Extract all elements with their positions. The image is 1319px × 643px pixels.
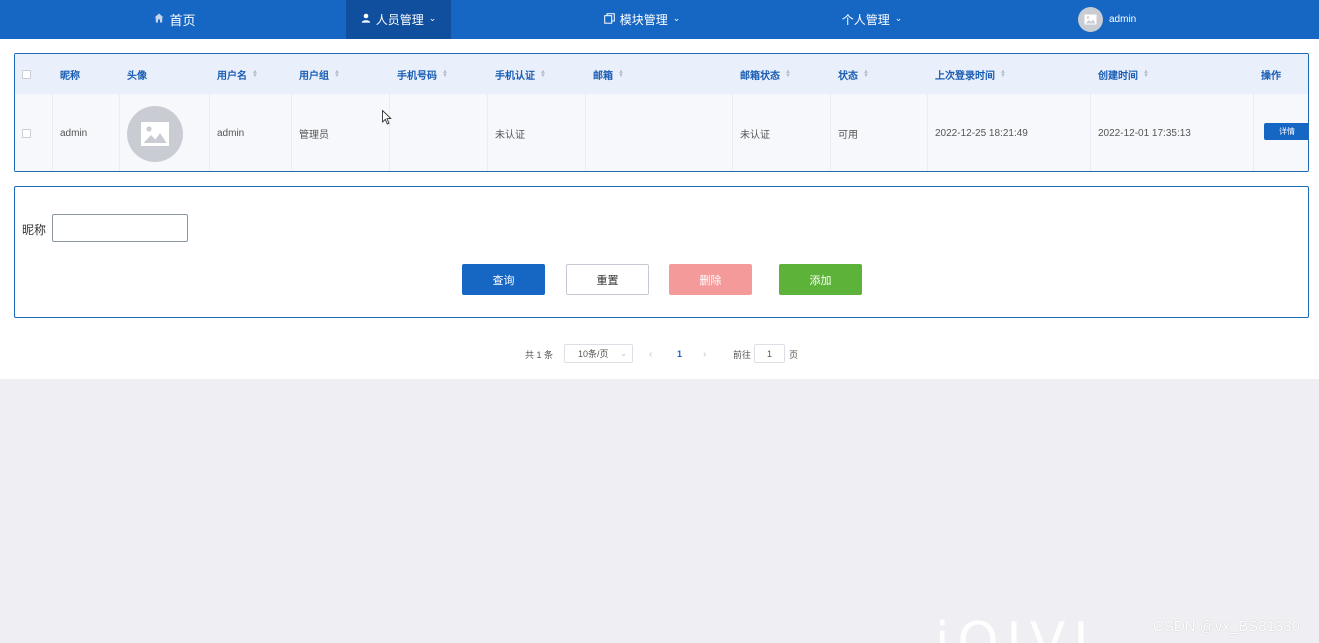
col-email-status[interactable]: 邮箱状态 ▲ ▼	[733, 54, 791, 94]
sort-icon: ▲ ▼	[540, 69, 546, 79]
cell-last-login: 2022-12-25 18:21:49	[928, 94, 1091, 171]
nav-users-label: 人员管理	[375, 13, 424, 27]
csdn-watermark: CSDN @vx_BS81330	[1153, 618, 1300, 635]
avatar	[1078, 7, 1103, 32]
col-avatar: 头像	[127, 70, 147, 82]
row-checkbox[interactable]	[15, 94, 53, 171]
col-group[interactable]: 用户组 ▲ ▼	[292, 54, 340, 94]
nav-user-menu[interactable]: admin	[1078, 0, 1158, 39]
delete-button[interactable]: 删除	[669, 264, 752, 295]
nav-users[interactable]: 人员管理 ⌄	[346, 0, 451, 39]
cell-phone-verified: 未认证	[488, 94, 586, 171]
pager-total: 共 1 条	[525, 349, 554, 360]
cell-email	[586, 94, 733, 171]
goto-label: 前往	[733, 349, 752, 360]
image-icon	[141, 121, 169, 146]
col-email[interactable]: 邮箱 ▲ ▼	[586, 54, 624, 94]
prev-page-icon[interactable]: ‹	[649, 344, 652, 364]
col-nickname: 昵称	[60, 70, 80, 82]
sort-icon: ▲ ▼	[442, 69, 448, 79]
nickname-search-input[interactable]	[52, 214, 188, 242]
col-created[interactable]: 创建时间 ▲ ▼	[1091, 54, 1149, 94]
user-table: 昵称 头像 用户名 ▲ ▼ 用户组 ▲ ▼ 手机号码 ▲ ▼ 手机认证 ▲ ▼ 邮箱 ▲ ▼ 邮箱状…	[14, 53, 1309, 172]
nav-home-label: 首页	[169, 13, 196, 28]
main-content: 昵称 头像 用户名 ▲ ▼ 用户组 ▲ ▼ 手机号码 ▲ ▼ 手机认证 ▲ ▼ 邮箱 ▲ ▼ 邮箱状…	[0, 39, 1319, 379]
col-last-login[interactable]: 上次登录时间 ▲ ▼	[928, 54, 1006, 94]
sort-icon: ▲ ▼	[863, 69, 869, 79]
chevron-down-icon: ⌄	[672, 13, 681, 23]
cell-nickname: admin	[53, 94, 120, 171]
search-panel: 昵称 查询 重置 删除 添加	[14, 186, 1309, 318]
nickname-label: 昵称	[22, 223, 47, 237]
sort-icon: ▲ ▼	[1143, 69, 1149, 79]
col-phone-verified[interactable]: 手机认证 ▲ ▼	[488, 54, 546, 94]
nav-home[interactable]: 首页	[140, 0, 210, 39]
cell-phone	[390, 94, 488, 171]
nav-modules-label: 模块管理	[619, 13, 668, 27]
nav-personal[interactable]: 个人管理 ⌄	[832, 0, 912, 39]
page-size-value: 10条/页	[578, 349, 609, 359]
pagination: 共 1 条 10条/页 ⌄ ‹ 1 › 前往 1 页	[0, 344, 1319, 364]
detail-button[interactable]: 详情	[1264, 123, 1308, 140]
col-username[interactable]: 用户名 ▲ ▼	[210, 54, 258, 94]
col-status[interactable]: 状态 ▲ ▼	[831, 54, 869, 94]
user-icon	[361, 13, 371, 26]
nav-username: admin	[1109, 14, 1137, 25]
page-size-select[interactable]: 10条/页 ⌄	[564, 344, 633, 363]
cell-avatar	[120, 94, 210, 171]
sort-icon: ▲ ▼	[1000, 69, 1006, 79]
next-page-icon[interactable]: ›	[703, 344, 706, 364]
sort-icon: ▲ ▼	[618, 69, 624, 79]
chevron-down-icon: ⌄	[428, 13, 437, 23]
mouse-cursor-icon	[382, 109, 392, 128]
nav-personal-label: 个人管理	[841, 13, 890, 27]
top-nav: 首页 人员管理 ⌄ 模块管理 ⌄ 个人管理 ⌄ admin	[0, 0, 1319, 39]
sort-icon: ▲ ▼	[334, 69, 340, 79]
add-button[interactable]: 添加	[779, 264, 862, 295]
chevron-down-icon: ⌄	[894, 13, 903, 23]
chevron-down-icon: ⌄	[620, 349, 627, 358]
sort-icon: ▲ ▼	[785, 69, 791, 79]
cell-group: 管理员	[292, 94, 390, 171]
cell-username: admin	[210, 94, 292, 171]
home-icon	[154, 13, 164, 26]
goto-page-input[interactable]: 1	[754, 344, 785, 363]
nav-modules[interactable]: 模块管理 ⌄	[592, 0, 692, 39]
col-phone[interactable]: 手机号码 ▲ ▼	[390, 54, 448, 94]
copy-icon	[603, 12, 615, 27]
image-icon	[1084, 14, 1097, 25]
reset-button[interactable]: 重置	[566, 264, 649, 295]
cell-created: 2022-12-01 17:35:13	[1091, 94, 1254, 171]
watermark-logo: iOIVI	[935, 612, 1097, 643]
avatar	[127, 105, 183, 162]
select-all-checkbox[interactable]	[15, 54, 53, 94]
page-suffix-label: 页	[789, 349, 799, 360]
table-row: admin admin 管理员 未认证 未认证 可用 2022-12-25 18…	[15, 94, 1308, 171]
query-button[interactable]: 查询	[462, 264, 545, 295]
page-number[interactable]: 1	[677, 344, 682, 364]
cell-status: 可用	[831, 94, 928, 171]
cell-email-status: 未认证	[733, 94, 831, 171]
table-header: 昵称 头像 用户名 ▲ ▼ 用户组 ▲ ▼ 手机号码 ▲ ▼ 手机认证 ▲ ▼ 邮箱 ▲ ▼ 邮箱状…	[15, 54, 1308, 94]
col-action: 操作	[1261, 70, 1281, 82]
sort-icon: ▲ ▼	[252, 69, 258, 79]
